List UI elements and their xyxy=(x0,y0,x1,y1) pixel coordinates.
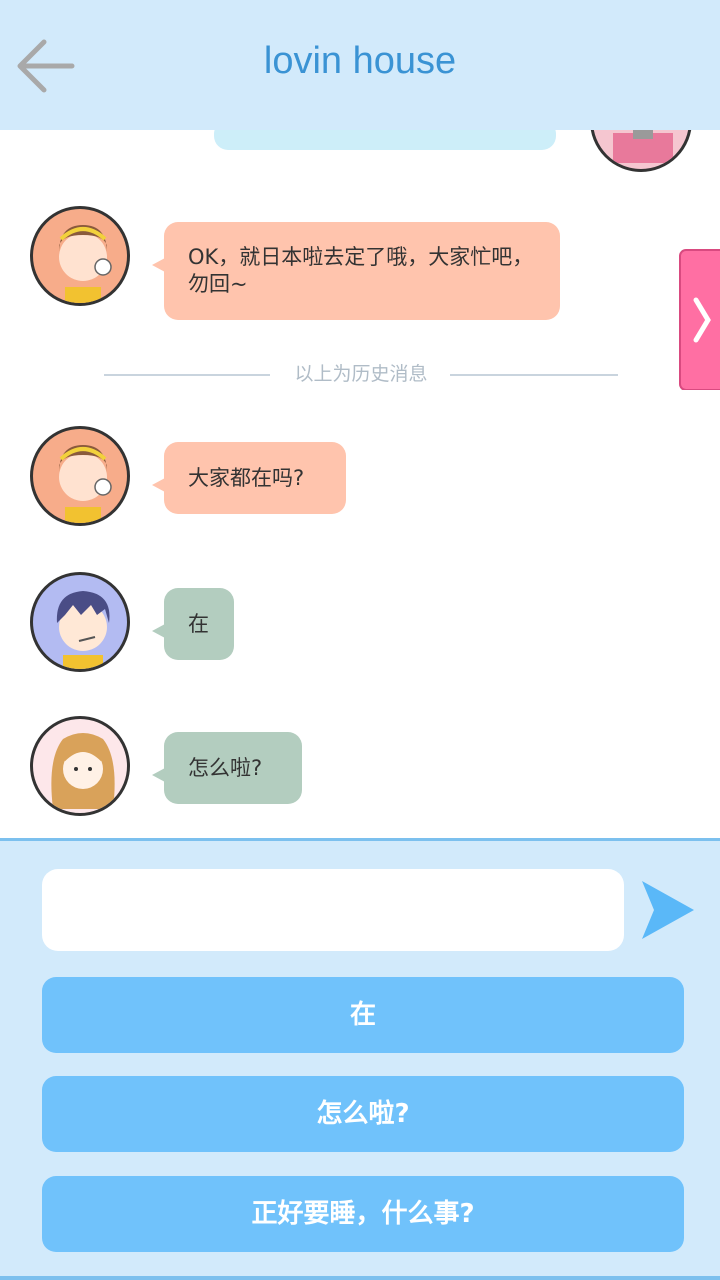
reply-option-button[interactable]: 怎么啦? xyxy=(42,1076,684,1152)
girl-bangs-avatar-icon xyxy=(59,445,112,523)
header: lovin house xyxy=(0,0,720,130)
partial-message-bubble xyxy=(214,130,556,150)
side-panel-tab[interactable] xyxy=(676,240,720,390)
avatar[interactable] xyxy=(30,716,130,816)
reply-option-button[interactable]: 正好要睡，什么事? xyxy=(42,1176,684,1252)
girl-wavy-hair-avatar-icon xyxy=(51,733,115,809)
message-bubble: 在 xyxy=(152,588,234,660)
message-bubble: 怎么啦? xyxy=(152,732,302,804)
boy-messy-hair-avatar-icon xyxy=(56,591,110,669)
partial-avatar xyxy=(590,130,692,172)
bottom-border xyxy=(0,1276,720,1280)
message-bubble: OK，就日本啦去定了哦，大家忙吧，勿回~ xyxy=(152,222,560,320)
divider-line-right xyxy=(450,374,618,376)
avatar[interactable] xyxy=(30,426,130,526)
message-input[interactable] xyxy=(42,869,624,951)
girl-bangs-avatar-icon xyxy=(59,225,112,303)
reply-panel: 在 怎么啦? 正好要睡，什么事? xyxy=(0,838,720,1280)
avatar[interactable] xyxy=(30,206,130,306)
send-icon[interactable] xyxy=(640,877,696,943)
chat-area[interactable]: OK，就日本啦去定了哦，大家忙吧，勿回~ 以上为历史消息 大家都在吗? 在 怎么… xyxy=(0,130,720,838)
message-bubble: 大家都在吗? xyxy=(152,442,346,514)
avatar[interactable] xyxy=(30,572,130,672)
page-title: lovin house xyxy=(263,40,457,82)
reply-option-button[interactable]: 在 xyxy=(42,977,684,1053)
history-divider: 以上为历史消息 xyxy=(104,362,618,386)
